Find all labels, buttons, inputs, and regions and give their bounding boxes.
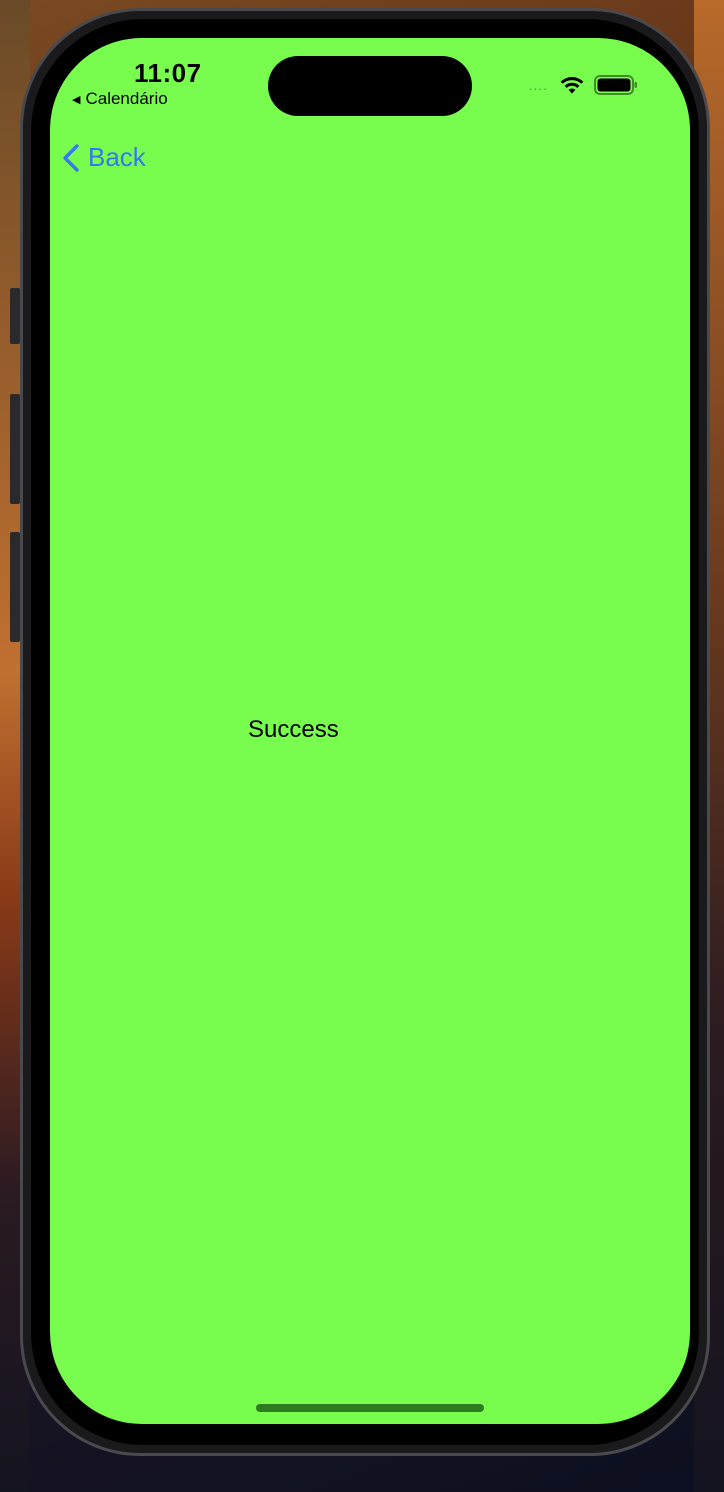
wifi-icon — [560, 76, 584, 94]
back-to-app-label: Calendário — [85, 89, 168, 108]
chevron-left-icon — [63, 143, 79, 172]
home-indicator[interactable] — [256, 1404, 484, 1412]
volume-up-button[interactable] — [10, 394, 20, 504]
battery-icon — [594, 75, 638, 95]
volume-down-button[interactable] — [10, 532, 20, 642]
cellular-signal-icon: .... — [528, 77, 548, 93]
back-to-app-link[interactable]: ◀ Calendário — [72, 89, 168, 109]
status-time: 11:07 — [134, 58, 202, 88]
silent-switch — [10, 288, 20, 344]
dynamic-island — [268, 56, 472, 116]
app-screen: 11:07 ◀ Calendário .... Back Success — [50, 38, 690, 1424]
back-button-label: Back — [88, 142, 146, 172]
success-message: Success — [248, 716, 339, 743]
status-indicators: .... — [528, 75, 638, 95]
back-button[interactable]: Back — [62, 142, 146, 173]
triangle-left-icon: ◀ — [72, 93, 81, 106]
